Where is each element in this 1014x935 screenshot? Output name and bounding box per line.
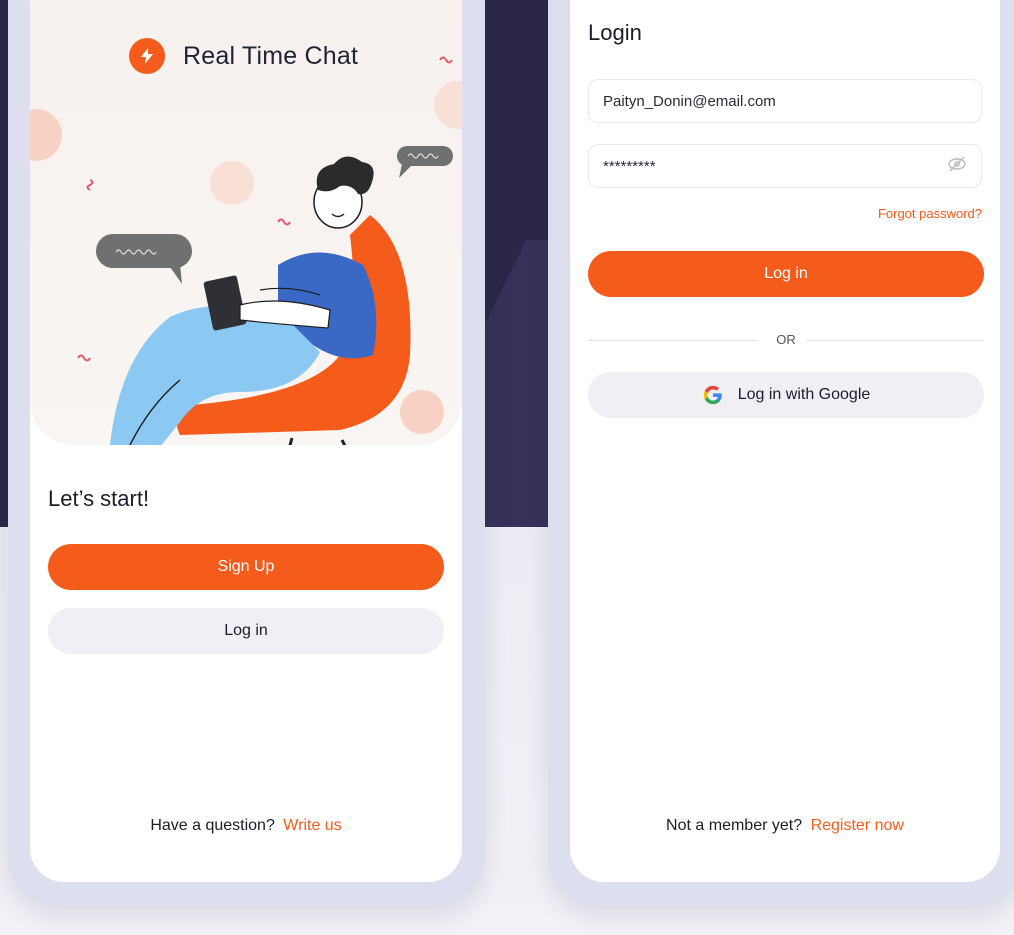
password-field[interactable]: ********* (588, 144, 982, 188)
phone-welcome: Real Time Chat Let’s start! Sign Up Log … (8, 0, 485, 906)
google-icon (703, 385, 722, 405)
write-us-link[interactable]: Write us (283, 817, 341, 834)
email-value: Paityn_Donin@email.com (603, 92, 776, 110)
app-title: Real Time Chat (183, 41, 359, 70)
eye-off-icon[interactable] (947, 154, 967, 178)
register-footer: Not a member yet? Register now (570, 817, 1000, 835)
app-logo-row: Real Time Chat (129, 38, 358, 74)
welcome-heading: Let’s start! (48, 486, 150, 511)
password-value: ********* (603, 157, 656, 175)
log-in-button[interactable]: Log in (48, 608, 444, 654)
bolt-logo-icon (129, 38, 165, 74)
hero-illustration-panel: Real Time Chat (30, 0, 462, 445)
login-screen: Login Paityn_Donin@email.com ********* F… (570, 0, 1000, 882)
register-now-link[interactable]: Register now (811, 817, 904, 834)
or-label: OR (776, 332, 796, 347)
help-footer-text: Have a question? (150, 817, 275, 834)
google-login-button[interactable]: Log in with Google (588, 372, 984, 418)
or-divider: OR (588, 332, 984, 348)
phone-login: Login Paityn_Donin@email.com ********* F… (548, 0, 1014, 906)
log-in-button[interactable]: Log in (588, 251, 984, 297)
help-footer: Have a question? Write us (30, 817, 462, 835)
google-button-label: Log in with Google (737, 386, 871, 403)
sign-up-button[interactable]: Sign Up (48, 544, 444, 590)
forgot-password-link[interactable]: Forgot password? (878, 206, 982, 221)
email-field[interactable]: Paityn_Donin@email.com (588, 79, 982, 123)
page-title: Login (588, 20, 642, 45)
register-footer-text: Not a member yet? (666, 817, 803, 834)
welcome-screen: Real Time Chat Let’s start! Sign Up Log … (30, 0, 462, 882)
